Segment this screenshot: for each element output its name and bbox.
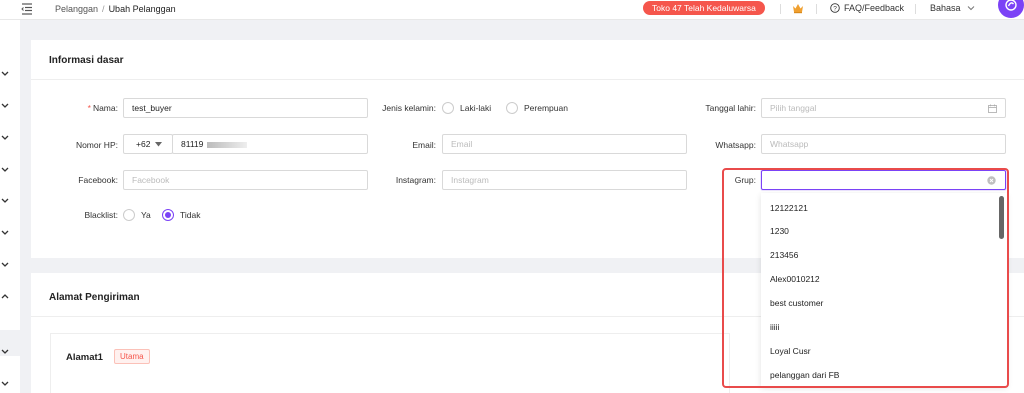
- store-expired-badge[interactable]: Toko 47 Telah Kedaluwarsa: [643, 1, 765, 15]
- required-mark: *: [87, 103, 91, 113]
- facebook-label: Facebook:: [78, 175, 118, 185]
- country-code-select[interactable]: +62: [123, 134, 173, 154]
- chevron-down-icon[interactable]: [0, 166, 10, 174]
- language-label: Bahasa: [930, 3, 961, 13]
- gender-female-radio[interactable]: [506, 102, 518, 114]
- avatar[interactable]: [998, 0, 1024, 18]
- faq-feedback-link[interactable]: ? FAQ/Feedback: [830, 3, 904, 13]
- address-item-title: Alamat1: [66, 352, 103, 363]
- phone-label: Nomor HP:: [75, 140, 118, 150]
- address-item-card: [50, 333, 730, 393]
- divider: [816, 4, 817, 14]
- gender-label-text: Jenis kelamin: [382, 103, 434, 113]
- blacklist-no-radio[interactable]: [162, 209, 174, 221]
- calendar-icon: [988, 104, 997, 113]
- top-bar: Pelanggan / Ubah Pelanggan Toko 47 Telah K…: [0, 0, 1024, 20]
- blacklist-label: Blacklist:: [84, 210, 118, 220]
- chevron-down-icon[interactable]: [0, 380, 10, 388]
- breadcrumb-parent[interactable]: Pelanggan: [55, 4, 98, 14]
- facebook-placeholder: Facebook: [132, 175, 170, 185]
- blacklist-yes-radio[interactable]: [123, 209, 135, 221]
- birthday-placeholder: Pilih tanggal: [770, 103, 817, 113]
- divider: [31, 79, 1024, 80]
- svg-text:?: ?: [833, 5, 837, 12]
- name-input[interactable]: test_buyer: [123, 98, 368, 118]
- email-label-text: Email: [412, 140, 434, 150]
- caret-down-icon: [155, 142, 162, 147]
- address-title: Alamat Pengiriman: [49, 292, 140, 303]
- gender-male-label[interactable]: Laki-laki: [460, 103, 491, 113]
- email-placeholder: Email: [451, 139, 473, 149]
- main-address-tag: Utama: [114, 349, 150, 364]
- instagram-label: Instagram:: [395, 175, 436, 185]
- chevron-up-icon[interactable]: [0, 292, 10, 300]
- brand-logo-icon: [1005, 0, 1017, 11]
- birthday-date-picker[interactable]: Pilih tanggal: [761, 98, 1006, 118]
- breadcrumb: Pelanggan / Ubah Pelanggan: [55, 4, 176, 14]
- gender-label: Jenis kelamin:: [382, 103, 436, 113]
- phone-value-blur: [206, 141, 247, 148]
- language-selector[interactable]: Bahasa: [930, 3, 975, 13]
- gender-male-radio[interactable]: [442, 102, 454, 114]
- basic-info-title: Informasi dasar: [49, 55, 124, 66]
- whatsapp-label: Whatsapp:: [715, 140, 756, 150]
- whatsapp-input[interactable]: Whatsapp: [761, 134, 1006, 154]
- whatsapp-label-text: Whatsapp: [715, 140, 754, 150]
- facebook-input[interactable]: Facebook: [123, 170, 368, 190]
- chevron-down-icon[interactable]: [0, 134, 10, 142]
- chevron-down-icon[interactable]: [0, 102, 10, 110]
- phone-label-text: Nomor HP: [75, 140, 116, 150]
- phone-value: 81119: [181, 139, 204, 149]
- faq-feedback-label: FAQ/Feedback: [844, 3, 905, 13]
- chevron-down-icon[interactable]: [0, 70, 10, 78]
- breadcrumb-separator: /: [102, 4, 105, 14]
- crown-icon[interactable]: [792, 2, 804, 14]
- chevron-down-icon[interactable]: [0, 348, 10, 356]
- blacklist-no-label[interactable]: Tidak: [180, 210, 200, 220]
- country-code-value: +62: [136, 139, 151, 149]
- chevron-down-icon[interactable]: [0, 229, 10, 237]
- menu-collapse-icon[interactable]: [20, 2, 34, 16]
- instagram-placeholder: Instagram: [451, 175, 489, 185]
- name-label-text: Nama: [92, 103, 116, 113]
- breadcrumb-current: Ubah Pelanggan: [108, 4, 176, 14]
- help-icon: ?: [830, 3, 840, 13]
- chevron-down-icon: [967, 6, 974, 11]
- email-label: Email:: [412, 140, 436, 150]
- instagram-input[interactable]: Instagram: [442, 170, 687, 190]
- blacklist-label-text: Blacklist: [84, 210, 116, 220]
- birthday-label-text: Tanggal lahir: [705, 103, 754, 113]
- phone-input[interactable]: 81119: [172, 134, 368, 154]
- highlight-annotation: [722, 168, 1009, 388]
- whatsapp-placeholder: Whatsapp: [770, 139, 809, 149]
- chevron-down-icon[interactable]: [0, 197, 10, 205]
- gender-female-label[interactable]: Perempuan: [524, 103, 568, 113]
- birthday-label: Tanggal lahir:: [705, 103, 756, 113]
- email-input[interactable]: Email: [442, 134, 687, 154]
- instagram-label-text: Instagram: [395, 175, 434, 185]
- divider: [780, 4, 781, 14]
- facebook-label-text: Facebook: [78, 175, 116, 185]
- divider: [915, 4, 916, 14]
- chevron-down-icon[interactable]: [0, 261, 10, 269]
- name-label: * Nama:: [87, 103, 118, 113]
- blacklist-yes-label[interactable]: Ya: [141, 210, 151, 220]
